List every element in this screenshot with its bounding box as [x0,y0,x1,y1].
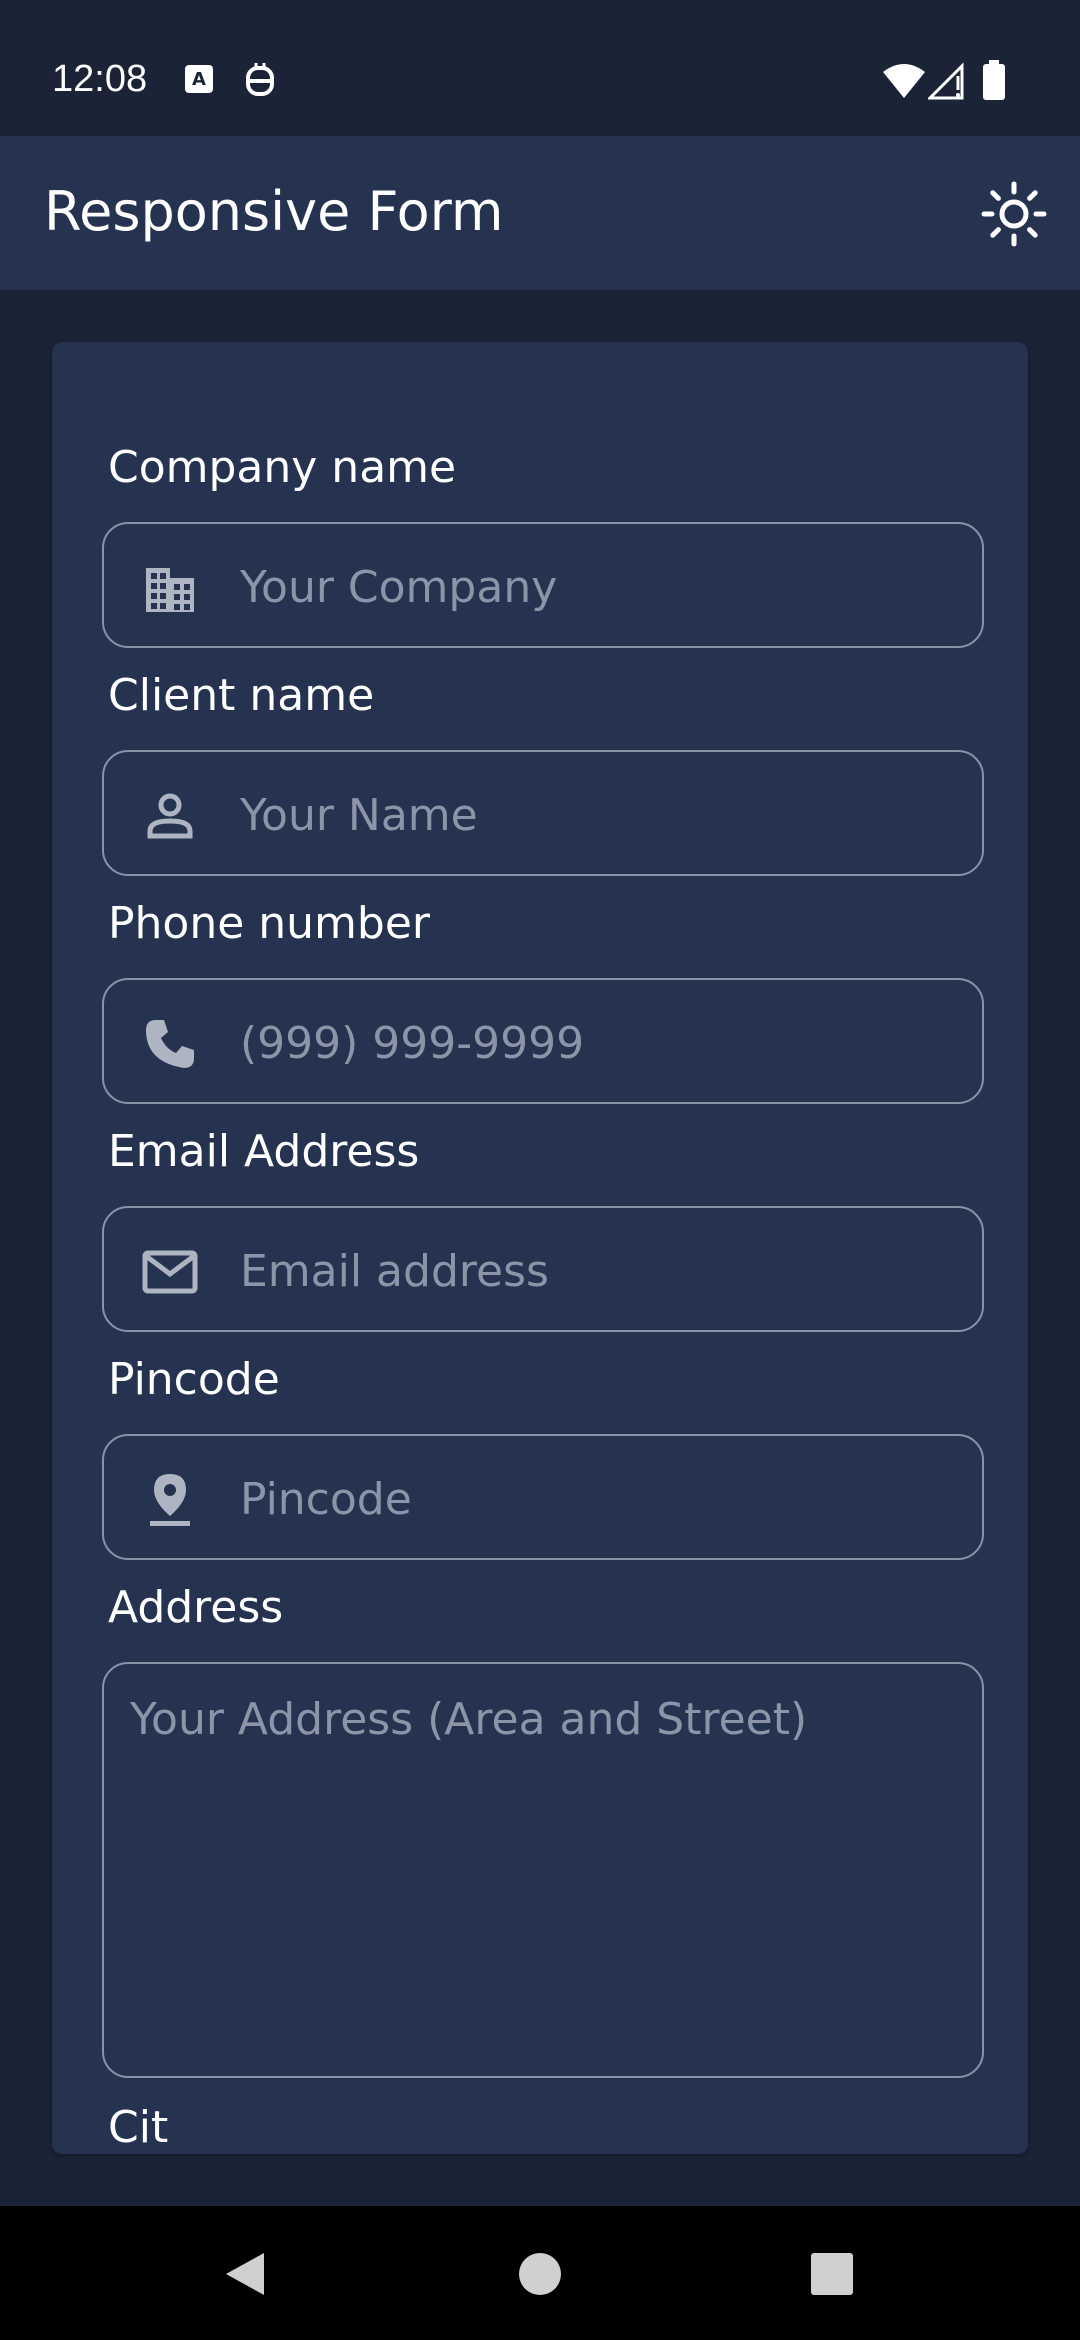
back-icon[interactable] [222,2250,270,2298]
client-name-label: Client name [108,670,375,721]
navigation-bar [0,2206,1080,2340]
robot-notification-icon [244,62,276,102]
phone-icon [142,1016,198,1072]
email-address-placeholder: Email address [240,1246,549,1297]
city-label-partial: Cit [108,2102,169,2153]
sun-icon[interactable] [978,178,1050,250]
pincode-label: Pincode [108,1354,280,1405]
wifi-icon [882,62,926,104]
email-address-label: Email Address [108,1126,420,1177]
recents-icon[interactable] [808,2250,856,2298]
app-bar: Responsive Form [0,136,1080,290]
company-name-label: Company name [108,442,457,493]
status-bar: 12:08 A [0,0,1080,136]
content-area: Company name Your Company Client name Yo… [0,290,1080,2206]
form-card: Company name Your Company Client name Yo… [52,342,1028,2154]
battery-icon [982,60,1006,104]
phone-number-input[interactable]: (999) 999-9999 [102,978,984,1104]
screen: 12:08 A Responsive Form Company name You… [0,0,1080,2340]
phone-number-label: Phone number [108,898,431,949]
client-name-placeholder: Your Name [240,790,478,841]
cellular-signal-icon [926,62,968,104]
address-placeholder: Your Address (Area and Street) [130,1694,808,1745]
app-title: Responsive Form [44,180,504,243]
mail-icon [142,1244,198,1300]
building-icon [142,560,198,616]
company-name-input[interactable]: Your Company [102,522,984,648]
svg-text:A: A [192,69,206,90]
company-name-placeholder: Your Company [240,562,558,613]
status-time: 12:08 [52,58,148,100]
client-name-input[interactable]: Your Name [102,750,984,876]
home-icon[interactable] [516,2250,564,2298]
address-textarea[interactable]: Your Address (Area and Street) [102,1662,984,2078]
person-icon [142,788,198,844]
pincode-input[interactable]: Pincode [102,1434,984,1560]
location-pin-icon [142,1472,198,1528]
address-label: Address [108,1582,284,1633]
font-notification-icon: A [184,64,214,98]
pincode-placeholder: Pincode [240,1474,412,1525]
phone-number-placeholder: (999) 999-9999 [240,1018,585,1069]
email-address-input[interactable]: Email address [102,1206,984,1332]
